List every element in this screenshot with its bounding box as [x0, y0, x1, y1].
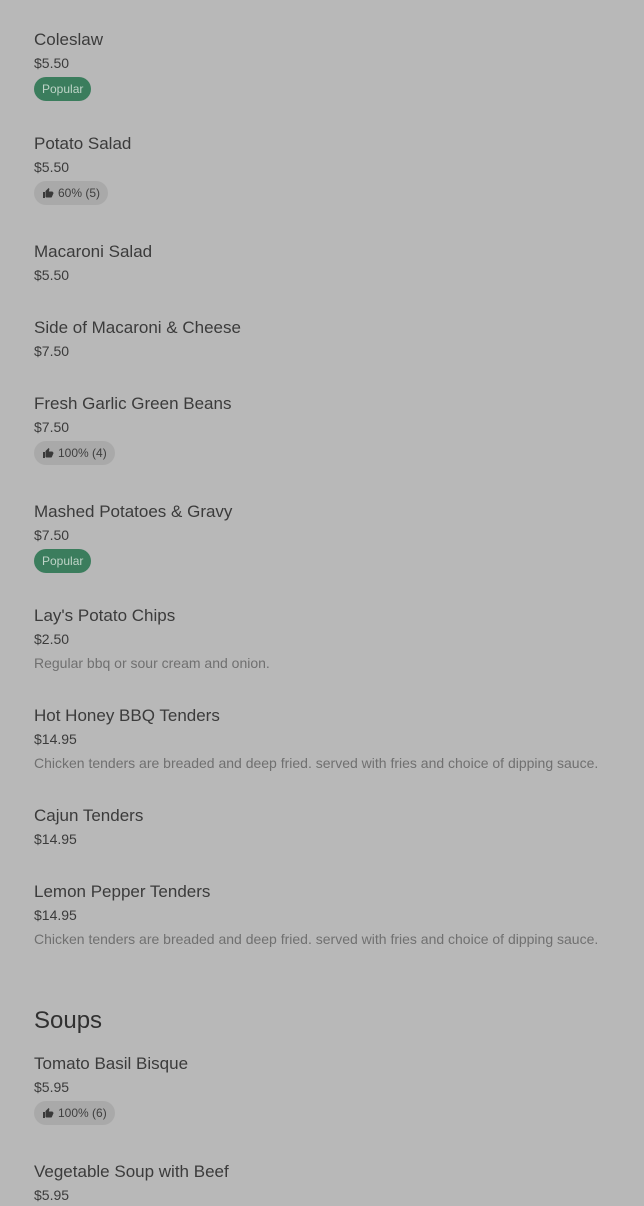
item-name: Side of Macaroni & Cheese	[34, 318, 241, 337]
popular-badge: Popular	[34, 77, 92, 101]
menu-page: Coleslaw $5.50 Popular Potato Salad $5.5…	[0, 0, 644, 1206]
menu-item-mashed-potatoes[interactable]: Mashed Potatoes & Gravy $7.50 Popular	[34, 501, 624, 573]
menu-item-coleslaw[interactable]: Coleslaw $5.50 Popular	[34, 29, 624, 101]
item-name: Fresh Garlic Green Beans	[34, 394, 232, 413]
item-price: $5.50	[34, 267, 70, 283]
item-price: $7.50	[34, 419, 70, 435]
popular-badge: Popular	[34, 549, 92, 573]
rating-text: 60% (5)	[58, 186, 101, 200]
item-price: $14.95	[34, 731, 77, 747]
menu-item-side-mac-cheese[interactable]: Side of Macaroni & Cheese $7.50	[34, 317, 624, 360]
item-name: Hot Honey BBQ Tenders	[34, 706, 220, 725]
menu-item-lays-chips[interactable]: Lay's Potato Chips $2.50 Regular bbq or …	[34, 605, 624, 672]
menu-item-green-beans[interactable]: Fresh Garlic Green Beans $7.50 100% (4)	[34, 393, 624, 465]
item-price: $5.50	[34, 55, 70, 71]
menu-item-cajun-tenders[interactable]: Cajun Tenders $14.95	[34, 805, 624, 848]
item-name: Cajun Tenders	[34, 806, 144, 825]
item-description: Regular bbq or sour cream and onion.	[34, 655, 270, 671]
rating-badge: 60% (5)	[34, 181, 109, 205]
item-name: Potato Salad	[34, 134, 132, 153]
thumbs-up-icon	[42, 1107, 54, 1119]
item-price: $2.50	[34, 631, 70, 647]
item-price: $5.95	[34, 1187, 70, 1203]
rating-badge: 100% (6)	[34, 1101, 115, 1125]
item-name: Mashed Potatoes & Gravy	[34, 502, 233, 521]
item-price: $14.95	[34, 831, 77, 847]
menu-item-macaroni-salad[interactable]: Macaroni Salad $5.50	[34, 241, 624, 284]
rating-text: 100% (4)	[58, 446, 107, 460]
item-name: Lemon Pepper Tenders	[34, 882, 211, 901]
thumbs-up-icon	[42, 187, 54, 199]
item-price: $5.50	[34, 159, 70, 175]
item-description: Chicken tenders are breaded and deep fri…	[34, 931, 599, 947]
item-description: Chicken tenders are breaded and deep fri…	[34, 755, 599, 771]
rating-text: 100% (6)	[58, 1106, 107, 1120]
item-name: Coleslaw	[34, 30, 103, 49]
item-name: Tomato Basil Bisque	[34, 1054, 189, 1073]
menu-item-lemon-pepper-tenders[interactable]: Lemon Pepper Tenders $14.95 Chicken tend…	[34, 881, 624, 948]
menu-item-hot-honey-bbq-tenders[interactable]: Hot Honey BBQ Tenders $14.95 Chicken ten…	[34, 705, 624, 772]
item-price: $7.50	[34, 343, 70, 359]
item-name: Vegetable Soup with Beef	[34, 1162, 229, 1181]
item-name: Lay's Potato Chips	[34, 606, 176, 625]
menu-item-tomato-basil-bisque[interactable]: Tomato Basil Bisque $5.95 100% (6)	[34, 1053, 624, 1125]
menu-item-vegetable-soup-with-beef[interactable]: Vegetable Soup with Beef $5.95	[34, 1161, 624, 1204]
menu-item-potato-salad[interactable]: Potato Salad $5.50 60% (5)	[34, 133, 624, 205]
section-title-soups: Soups	[34, 1007, 103, 1034]
item-name: Macaroni Salad	[34, 242, 153, 261]
thumbs-up-icon	[42, 447, 54, 459]
item-price: $14.95	[34, 907, 77, 923]
rating-badge: 100% (4)	[34, 441, 115, 465]
item-price: $5.95	[34, 1079, 70, 1095]
item-price: $7.50	[34, 527, 70, 543]
